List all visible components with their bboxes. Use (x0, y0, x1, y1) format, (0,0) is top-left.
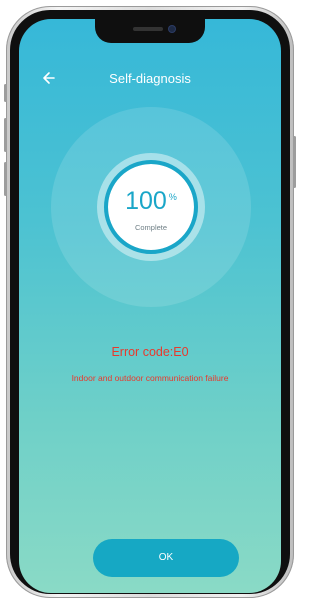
phone-frame: Self-diagnosis 100% Complete Error code:… (4, 6, 296, 598)
power-button (293, 136, 296, 188)
front-camera (169, 26, 175, 32)
ok-button[interactable]: OK (93, 539, 239, 577)
progress-status: Complete (134, 223, 168, 232)
progress-value: 100 (125, 187, 167, 215)
error-code-text: Error code:E0 (111, 345, 189, 359)
page-title: Self-diagnosis (109, 71, 191, 86)
progress-unit: % (168, 192, 177, 202)
mute-switch (4, 84, 7, 102)
error-description: Indoor and outdoor communication failure (71, 373, 229, 383)
speaker-grille (133, 27, 163, 31)
volume-up-button (4, 118, 7, 152)
volume-down-button (4, 162, 7, 196)
progress-percent: 100% (101, 187, 201, 216)
app-screen: Self-diagnosis 100% Complete Error code:… (19, 19, 281, 593)
progress-readout: 100% Complete (101, 157, 201, 257)
phone-notch (95, 19, 205, 43)
